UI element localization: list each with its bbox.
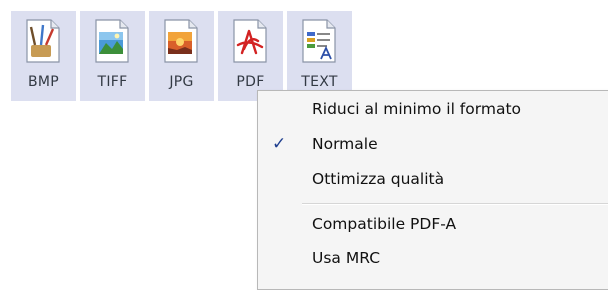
menu-item-label: Ottimizza qualità	[312, 170, 445, 188]
menu-separator	[302, 203, 608, 205]
menu-item-optimize-quality[interactable]: Ottimizza qualità	[258, 163, 608, 197]
output-format-toolbar: BMP TIFF JPG PDF TEXT	[11, 11, 352, 101]
pdf-file-icon	[233, 19, 267, 63]
menu-item-label: Normale	[312, 135, 378, 153]
menu-item-label: Usa MRC	[312, 249, 381, 267]
checkmark-icon: ✓	[272, 134, 287, 154]
pdf-options-context-menu: Riduci al minimo il formato ✓ Normale Ot…	[257, 90, 608, 290]
jpg-file-icon	[164, 19, 198, 63]
tiff-label: TIFF	[97, 74, 128, 90]
menu-item-label: Riduci al minimo il formato	[312, 100, 522, 118]
text-file-icon	[302, 19, 336, 63]
menu-item-minimize-size[interactable]: Riduci al minimo il formato	[258, 93, 608, 127]
bmp-label: BMP	[27, 74, 60, 90]
menu-item-label: Compatibile PDF-A	[312, 215, 457, 233]
menu-item-pdfa-compatible[interactable]: Compatibile PDF-A	[258, 208, 608, 242]
jpg-label: JPG	[169, 74, 194, 90]
pdf-label: PDF	[236, 74, 265, 90]
tiff-format-button[interactable]: TIFF	[80, 11, 145, 101]
menu-item-normal[interactable]: ✓ Normale	[258, 128, 608, 162]
pdf-format-button[interactable]: PDF	[218, 11, 283, 101]
bmp-file-icon	[26, 19, 60, 63]
tiff-file-icon	[95, 19, 129, 63]
jpg-format-button[interactable]: JPG	[149, 11, 214, 101]
text-format-button[interactable]: TEXT	[287, 11, 352, 101]
text-label: TEXT	[301, 74, 338, 90]
bmp-format-button[interactable]: BMP	[11, 11, 76, 101]
